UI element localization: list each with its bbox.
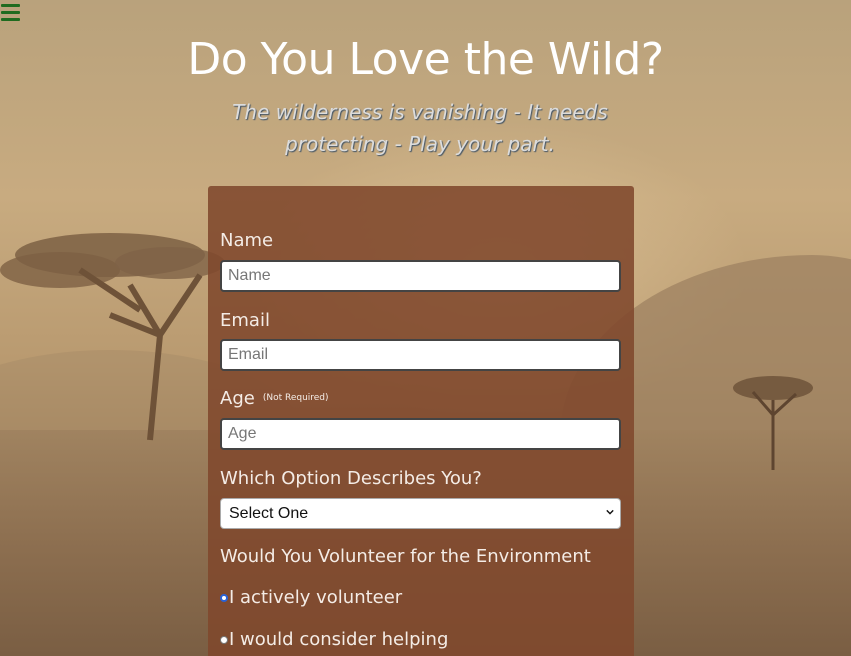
radio-button[interactable] — [220, 635, 228, 644]
name-input[interactable] — [220, 260, 621, 292]
option-select[interactable]: Select One — [220, 498, 621, 529]
survey-form: Name Email Age (Not Required) Which Optio… — [208, 186, 634, 656]
distant-tree-icon — [733, 376, 813, 470]
age-label: Age — [220, 388, 255, 409]
name-label: Name — [220, 230, 274, 251]
radio-label: I would consider helping — [229, 629, 449, 650]
option-select-value: Select One — [229, 504, 309, 522]
hamburger-menu-icon[interactable] — [1, 4, 20, 22]
radio-option-consider-helping[interactable]: I would consider helping — [220, 629, 448, 650]
age-not-required-note: (Not Required) — [262, 393, 329, 403]
page-title: Do You Love the Wild? — [187, 34, 664, 85]
email-label: Email — [220, 310, 270, 331]
radio-label: I actively volunteer — [229, 587, 403, 608]
chevron-down-icon — [606, 509, 614, 515]
age-input[interactable] — [220, 418, 621, 450]
page-subtitle: The wilderness is vanishing - It needs p… — [232, 100, 608, 156]
age-label-row: Age (Not Required) — [220, 388, 329, 409]
radio-option-actively-volunteer[interactable]: I actively volunteer — [220, 587, 402, 608]
radio-button-checked[interactable] — [220, 593, 228, 602]
option-label: Which Option Describes You? — [220, 468, 482, 489]
volunteer-label: Would You Volunteer for the Environment — [220, 546, 591, 567]
email-input[interactable] — [220, 339, 621, 371]
